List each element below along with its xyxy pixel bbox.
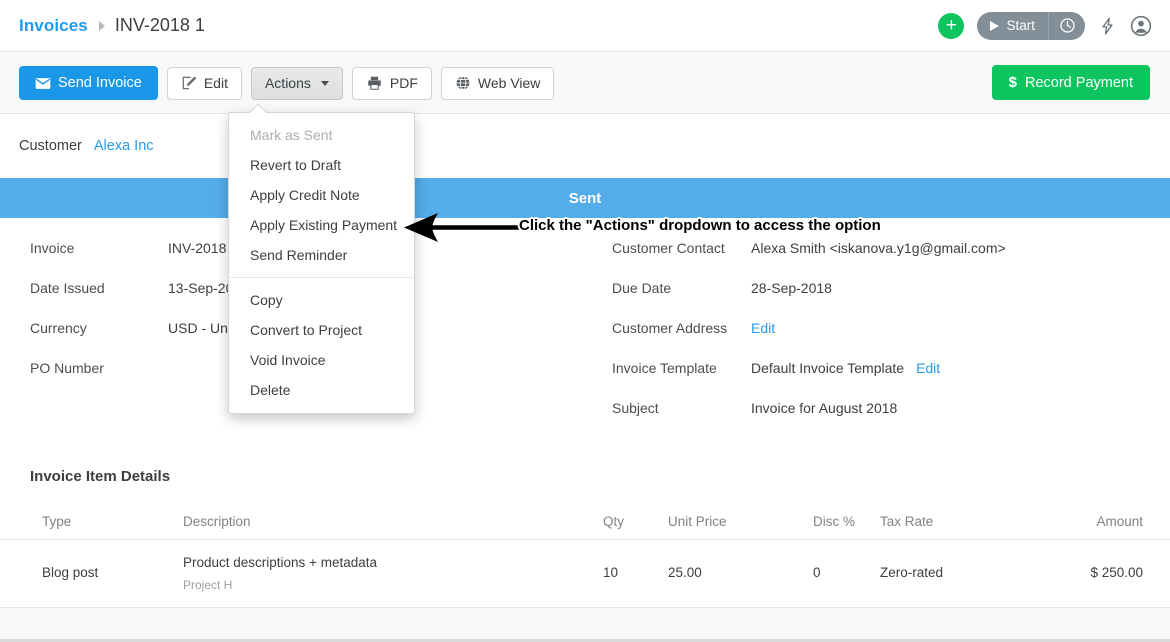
edit-pencil-icon <box>182 76 196 90</box>
pdf-button[interactable]: PDF <box>351 66 432 100</box>
invoice-items-title: Invoice Item Details <box>30 468 171 485</box>
chevron-right-icon <box>98 20 105 31</box>
customer-label: Customer <box>19 138 82 154</box>
table-row[interactable]: Blog post Product descriptions + metadat… <box>0 540 1170 608</box>
dollar-icon: $ <box>1008 74 1017 91</box>
actions-dropdown-button[interactable]: Actions <box>250 66 343 100</box>
action-toolbar: Send Invoice Edit Actions PDF Web View $… <box>0 52 1170 114</box>
invoice-details: Invoice INV-2018 1 Date Issued 13-Sep-20… <box>0 218 1170 440</box>
detail-value: Default Invoice Template <box>751 360 905 376</box>
cell-qty: 10 <box>603 565 619 580</box>
customer-row: Customer Alexa Inc <box>0 114 1170 178</box>
detail-row-due-date: Due Date 28-Sep-2018 <box>612 280 1157 299</box>
status-banner: Sent <box>0 178 1170 218</box>
description-project: Project H <box>183 578 233 592</box>
cell-tax-rate: Zero-rated <box>880 565 944 580</box>
user-avatar-icon <box>1130 15 1152 36</box>
breadcrumb-current: INV-2018 1 <box>114 15 205 35</box>
column-header-unit-price: Unit Price <box>668 514 727 529</box>
web-view-button[interactable]: Web View <box>440 66 555 100</box>
record-payment-button[interactable]: $ Record Payment <box>991 65 1150 100</box>
add-button[interactable]: + <box>938 12 965 39</box>
user-account-button[interactable] <box>1130 15 1152 37</box>
pdf-label: PDF <box>389 75 418 91</box>
menu-item-copy[interactable]: Copy <box>229 285 414 315</box>
actions-label: Actions <box>264 75 311 91</box>
timer-start-label: Start <box>1006 18 1035 33</box>
actions-dropdown-menu: Mark as Sent Revert to Draft Apply Credi… <box>228 103 415 414</box>
page-header: Invoices INV-2018 1 + Start <box>0 0 1170 52</box>
invoice-items-table: Type Description Qty Unit Price Disc % T… <box>0 508 1170 608</box>
timer-history-button[interactable] <box>1049 12 1085 40</box>
detail-label: Subject <box>612 400 659 416</box>
web-view-label: Web View <box>477 75 541 91</box>
cell-amount: $ 250.00 <box>1090 565 1143 580</box>
globe-icon <box>456 76 470 90</box>
envelope-icon <box>35 77 51 89</box>
toolbar-button-group: Send Invoice Edit Actions PDF Web View <box>19 66 555 100</box>
menu-item-mark-as-sent: Mark as Sent <box>250 127 333 143</box>
record-payment-label: Record Payment <box>1025 74 1133 91</box>
cell-description: Product descriptions + metadata Project … <box>183 555 377 592</box>
column-header-tax-rate: Tax Rate <box>880 514 934 529</box>
footer-strip <box>0 607 1170 642</box>
detail-label: Invoice Template <box>612 360 717 376</box>
menu-item-delete[interactable]: Delete <box>229 375 414 405</box>
detail-label: Currency <box>30 320 87 336</box>
invoice-detail-page: Invoices INV-2018 1 + Start Send Invoice… <box>0 0 1170 642</box>
menu-item-revert-to-draft[interactable]: Revert to Draft <box>229 150 414 180</box>
column-header-type: Type <box>42 514 72 529</box>
column-header-disc: Disc % <box>813 514 856 529</box>
play-icon <box>990 20 1000 31</box>
cell-type: Blog post <box>42 565 99 580</box>
status-badge: Sent <box>568 189 602 207</box>
column-header-description: Description <box>183 514 251 529</box>
menu-divider <box>229 277 414 278</box>
detail-label: Date Issued <box>30 280 105 296</box>
menu-item-send-reminder[interactable]: Send Reminder <box>229 240 414 270</box>
clock-icon <box>1059 18 1075 33</box>
detail-label: Due Date <box>612 280 672 296</box>
detail-value: Alexa Smith <iskanova.y1g@gmail.com> <box>751 240 1006 256</box>
lightning-bolt-icon <box>1102 17 1113 35</box>
detail-row-customer-address: Customer Address Edit <box>612 320 1157 339</box>
breadcrumb-invoices-link[interactable]: Invoices <box>19 16 88 36</box>
detail-row-invoice-template: Invoice Template Default Invoice Templat… <box>612 360 1157 379</box>
breadcrumb: Invoices INV-2018 1 <box>0 15 205 36</box>
edit-button[interactable]: Edit <box>166 66 242 100</box>
cell-disc: 0 <box>813 565 821 580</box>
send-invoice-label: Send Invoice <box>58 75 142 91</box>
detail-label: Customer Contact <box>612 240 725 256</box>
details-right-column: Customer Contact Alexa Smith <iskanova.y… <box>612 240 1157 440</box>
customer-address-edit-link[interactable]: Edit <box>751 320 775 336</box>
automation-button[interactable] <box>1098 15 1117 37</box>
edit-label: Edit <box>203 75 228 91</box>
menu-item-void-invoice[interactable]: Void Invoice <box>229 345 414 375</box>
cell-unit-price: 25.00 <box>668 565 702 580</box>
detail-row-subject: Subject Invoice for August 2018 <box>612 400 1157 419</box>
column-header-qty: Qty <box>603 514 625 529</box>
detail-row-customer-contact: Customer Contact Alexa Smith <iskanova.y… <box>612 240 1157 259</box>
menu-item-convert-to-project[interactable]: Convert to Project <box>229 315 414 345</box>
detail-label: PO Number <box>30 360 104 376</box>
table-header-row: Type Description Qty Unit Price Disc % T… <box>0 508 1170 540</box>
send-invoice-button[interactable]: Send Invoice <box>19 66 158 100</box>
column-header-amount: Amount <box>1096 514 1143 529</box>
customer-name-link[interactable]: Alexa Inc <box>94 138 154 154</box>
description-main: Product descriptions + metadata <box>183 555 377 570</box>
detail-value: Invoice for August 2018 <box>751 400 898 416</box>
timer-control: Start <box>977 11 1085 40</box>
timer-start-button[interactable]: Start <box>977 11 1049 40</box>
chevron-down-icon <box>320 80 329 86</box>
detail-value: 28-Sep-2018 <box>751 280 832 296</box>
detail-label: Invoice <box>30 240 75 256</box>
menu-item-apply-existing-payment[interactable]: Apply Existing Payment <box>229 210 414 240</box>
detail-label: Customer Address <box>612 320 728 336</box>
invoice-template-edit-link[interactable]: Edit <box>916 360 940 376</box>
printer-icon <box>368 76 381 90</box>
header-actions: + Start <box>938 11 1170 40</box>
menu-item-apply-credit-note[interactable]: Apply Credit Note <box>229 180 414 210</box>
